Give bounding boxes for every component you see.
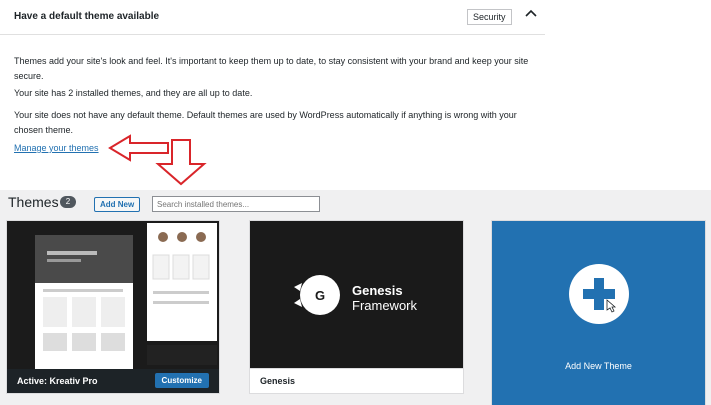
page-title: Themes <box>8 194 59 210</box>
plus-icon <box>583 278 617 313</box>
theme-footer: Genesis <box>250 368 463 393</box>
panel-title: Have a default theme available <box>14 11 160 22</box>
search-themes-input[interactable] <box>152 196 320 212</box>
theme-card-kreativ-pro[interactable]: Active: Kreativ Pro Customize <box>7 221 219 393</box>
add-new-button[interactable]: Add New <box>94 197 141 212</box>
add-new-theme-label: Add New Theme <box>565 361 632 371</box>
status-paragraph: Your site has 2 installed themes, and th… <box>14 88 253 98</box>
svg-text:G: G <box>315 288 325 303</box>
theme-card-genesis[interactable]: G Genesis Framework Genesis <box>250 221 463 393</box>
annotation-arrows-icon <box>108 134 207 186</box>
svg-text:Framework: Framework <box>352 298 418 313</box>
theme-count-badge: 2 <box>60 196 76 208</box>
site-health-panel: Have a default theme available Security … <box>0 0 711 190</box>
chevron-up-icon[interactable] <box>524 6 538 20</box>
theme-screenshot <box>7 221 219 369</box>
default-theme-paragraph: Your site does not have any default them… <box>14 110 517 135</box>
customize-button[interactable]: Customize <box>154 373 209 388</box>
svg-text:Genesis: Genesis <box>352 283 403 298</box>
add-circle <box>569 264 629 324</box>
manage-themes-link[interactable]: Manage your themes <box>14 143 99 153</box>
theme-screenshot: G Genesis Framework <box>250 221 463 369</box>
add-new-theme-card[interactable]: Add New Theme <box>492 221 705 405</box>
active-theme-label: Active: Kreativ Pro <box>17 376 98 386</box>
accordion-header[interactable]: Have a default theme available Security <box>0 0 545 35</box>
description-paragraph: Themes add your site's look and feel. It… <box>14 56 529 81</box>
theme-name: Genesis <box>260 376 296 386</box>
theme-footer: Active: Kreativ Pro Customize <box>7 369 219 393</box>
security-badge: Security <box>467 9 512 25</box>
genesis-logo-icon: G Genesis Framework <box>294 275 418 315</box>
